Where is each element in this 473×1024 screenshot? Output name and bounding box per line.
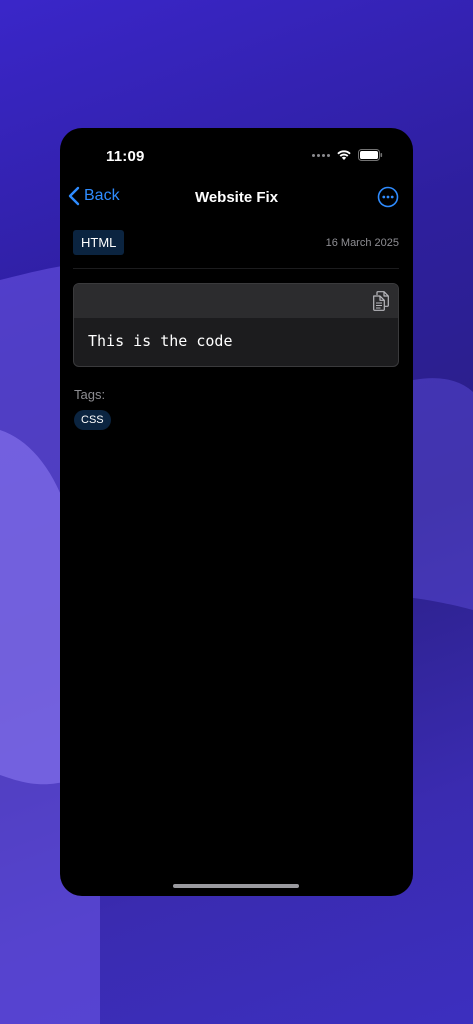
code-block-header — [74, 284, 398, 318]
ellipsis-circle-icon[interactable] — [377, 186, 399, 208]
code-block: This is the code — [73, 283, 399, 367]
page-title: Website Fix — [194, 189, 279, 206]
snippet-date: 16 March 2025 — [325, 237, 399, 249]
navigation-bar: Back Website Fix — [60, 182, 413, 212]
home-indicator[interactable] — [173, 884, 299, 888]
wifi-icon — [337, 150, 351, 160]
language-badge: HTML — [73, 230, 125, 255]
status-icons — [312, 149, 383, 161]
status-bar: 11:09 — [60, 128, 413, 178]
battery-icon — [358, 149, 383, 161]
code-text[interactable]: This is the code — [88, 332, 233, 350]
copy-icon[interactable] — [372, 291, 390, 311]
status-time: 11:09 — [106, 148, 145, 165]
divider — [73, 268, 399, 269]
tag-chip[interactable]: CSS — [74, 410, 111, 430]
phone-screen: 11:09 Back Website Fix HTML 16 March 202… — [60, 128, 413, 896]
cellular-signal-icon — [312, 153, 330, 157]
snippet-meta: HTML 16 March 2025 — [73, 230, 399, 256]
tags-label: Tags: — [74, 387, 106, 402]
